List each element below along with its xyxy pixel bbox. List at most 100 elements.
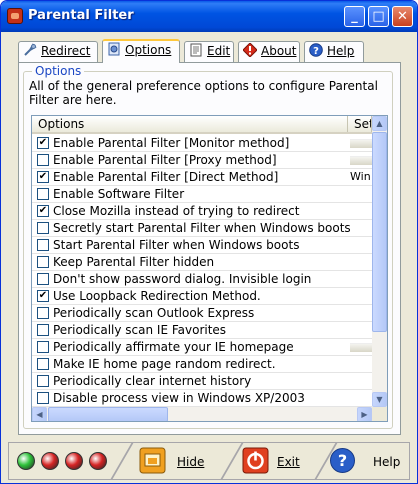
option-setting[interactable] <box>350 391 372 404</box>
tab-redirect[interactable]: Redirect <box>18 41 98 62</box>
option-setting[interactable]: Win <box>350 170 372 183</box>
list-item[interactable]: Use Loopback Redirection Method. <box>32 288 372 305</box>
horizontal-scroll-thumb[interactable] <box>48 407 168 421</box>
list-item[interactable]: Keep Parental Filter hidden <box>32 254 372 271</box>
tab-help[interactable]: ? Help <box>304 41 364 62</box>
scroll-left-arrow[interactable]: ◀ <box>32 407 47 421</box>
list-rows: Enable Parental Filter [Monitor method] E… <box>32 135 372 407</box>
option-checkbox[interactable] <box>37 171 49 183</box>
option-label: Use Loopback Redirection Method. <box>53 289 261 303</box>
option-checkbox[interactable] <box>37 290 49 302</box>
option-checkbox[interactable] <box>37 154 49 166</box>
option-label: Make IE home page random redirect. <box>53 357 276 371</box>
option-setting[interactable] <box>350 357 372 370</box>
list-item[interactable]: Enable Parental Filter [Direct Method] Wi… <box>32 169 372 186</box>
scroll-down-arrow[interactable]: ▼ <box>372 392 387 407</box>
option-label: Secretly start Parental Filter when Wind… <box>53 221 351 235</box>
option-setting[interactable] <box>350 374 372 387</box>
close-button[interactable]: ✕ <box>392 6 413 27</box>
maximize-button[interactable]: □ <box>368 6 389 27</box>
separator <box>220 443 244 479</box>
option-setting[interactable] <box>350 139 372 148</box>
help-icon: ? <box>329 447 356 474</box>
option-checkbox[interactable] <box>37 239 49 251</box>
list-item[interactable]: Secretly start Parental Filter when Wind… <box>32 220 372 237</box>
options-group-title: Options <box>32 64 85 78</box>
option-label: Periodically affirmate your IE homepage <box>53 340 294 354</box>
option-label: Periodically scan IE Favorites <box>53 323 227 337</box>
list-item[interactable]: Don't show password dialog. Invisible lo… <box>32 271 372 288</box>
option-checkbox[interactable] <box>37 392 49 404</box>
option-checkbox[interactable] <box>37 324 49 336</box>
window-title: Parental Filter <box>28 8 134 23</box>
column-header-set[interactable]: Set <box>348 116 372 132</box>
column-header-options[interactable]: Options <box>32 116 348 132</box>
options-groupbox: Options All of the general preference op… <box>23 64 393 429</box>
list-item[interactable]: Periodically scan IE Favorites <box>32 322 372 339</box>
option-setting[interactable] <box>350 272 372 285</box>
option-label: Disable process view in Windows XP/2003 <box>53 391 305 405</box>
option-setting[interactable] <box>350 323 372 336</box>
option-label: Enable Parental Filter [Direct Method] <box>53 170 279 184</box>
list-item[interactable]: Close Mozilla instead of trying to redir… <box>32 203 372 220</box>
vertical-scroll-thumb[interactable] <box>372 132 387 332</box>
option-setting[interactable] <box>350 187 372 200</box>
option-checkbox[interactable] <box>37 222 49 234</box>
option-checkbox[interactable] <box>37 358 49 370</box>
option-setting[interactable] <box>350 221 372 234</box>
title-bar[interactable]: Parental Filter _ □ ✕ <box>1 1 417 32</box>
list-item[interactable]: Enable Parental Filter [Monitor method] <box>32 135 372 152</box>
bottom-toolbar: Hide Exit ? Help <box>8 442 410 480</box>
status-light-icon <box>65 452 83 470</box>
option-checkbox[interactable] <box>37 188 49 200</box>
parental-filter-window: Parental Filter _ □ ✕ Redirect Options E… <box>0 0 418 484</box>
list-item[interactable]: Make IE home page random redirect. <box>32 356 372 373</box>
hide-button[interactable]: Hide <box>139 446 219 478</box>
hide-button-label: Hide <box>177 455 205 469</box>
option-checkbox[interactable] <box>37 375 49 387</box>
tab-options[interactable]: Options <box>102 39 180 63</box>
option-label: Don't show password dialog. Invisible lo… <box>53 272 312 286</box>
list-item[interactable]: Enable Software Filter <box>32 186 372 203</box>
svg-text:?: ? <box>313 46 319 57</box>
exit-button[interactable]: Exit <box>242 446 322 478</box>
help-button[interactable]: ? Help <box>329 446 405 478</box>
option-checkbox[interactable] <box>37 205 49 217</box>
list-item[interactable]: Periodically clear internet history <box>32 373 372 390</box>
option-checkbox[interactable] <box>37 273 49 285</box>
options-list[interactable]: Options Set Enable Parental Filter [Moni… <box>31 115 388 422</box>
tab-edit[interactable]: Edit <box>184 41 234 62</box>
option-setting[interactable] <box>350 289 372 302</box>
list-item[interactable]: Start Parental Filter when Windows boots <box>32 237 372 254</box>
option-checkbox[interactable] <box>37 341 49 353</box>
option-setting[interactable] <box>350 343 372 352</box>
document-icon <box>189 43 203 57</box>
tab-about[interactable]: About <box>238 41 300 62</box>
option-checkbox[interactable] <box>37 137 49 149</box>
minimize-button[interactable]: _ <box>344 6 365 27</box>
separator <box>110 443 134 479</box>
option-setting[interactable] <box>350 255 372 268</box>
option-setting[interactable] <box>350 204 372 217</box>
option-checkbox[interactable] <box>37 256 49 268</box>
list-item[interactable]: Periodically scan Outlook Express <box>32 305 372 322</box>
scroll-up-arrow[interactable]: ▲ <box>372 116 387 131</box>
option-checkbox[interactable] <box>37 307 49 319</box>
option-label: Periodically scan Outlook Express <box>53 306 255 320</box>
option-setting[interactable] <box>350 156 372 165</box>
tab-redirect-label: Redirect <box>41 44 91 58</box>
status-light-icon <box>89 452 107 470</box>
option-setting[interactable] <box>350 306 372 319</box>
list-item[interactable]: Enable Parental Filter [Proxy method] <box>32 152 372 169</box>
tab-edit-label: Edit <box>207 44 231 58</box>
options-description: All of the general preference options to… <box>29 79 378 107</box>
list-item[interactable]: Periodically affirmate your IE homepage <box>32 339 372 356</box>
power-icon <box>242 447 269 474</box>
list-item[interactable]: Disable process view in Windows XP/2003 <box>32 390 372 407</box>
option-label: Enable Parental Filter [Proxy method] <box>53 153 277 167</box>
horizontal-scrollbar[interactable]: ◀ ▶ <box>32 407 372 421</box>
app-icon[interactable] <box>7 8 23 24</box>
option-setting[interactable] <box>350 238 372 251</box>
scroll-right-arrow[interactable]: ▶ <box>357 407 372 421</box>
vertical-scrollbar[interactable]: ▲ ▼ <box>372 116 387 407</box>
